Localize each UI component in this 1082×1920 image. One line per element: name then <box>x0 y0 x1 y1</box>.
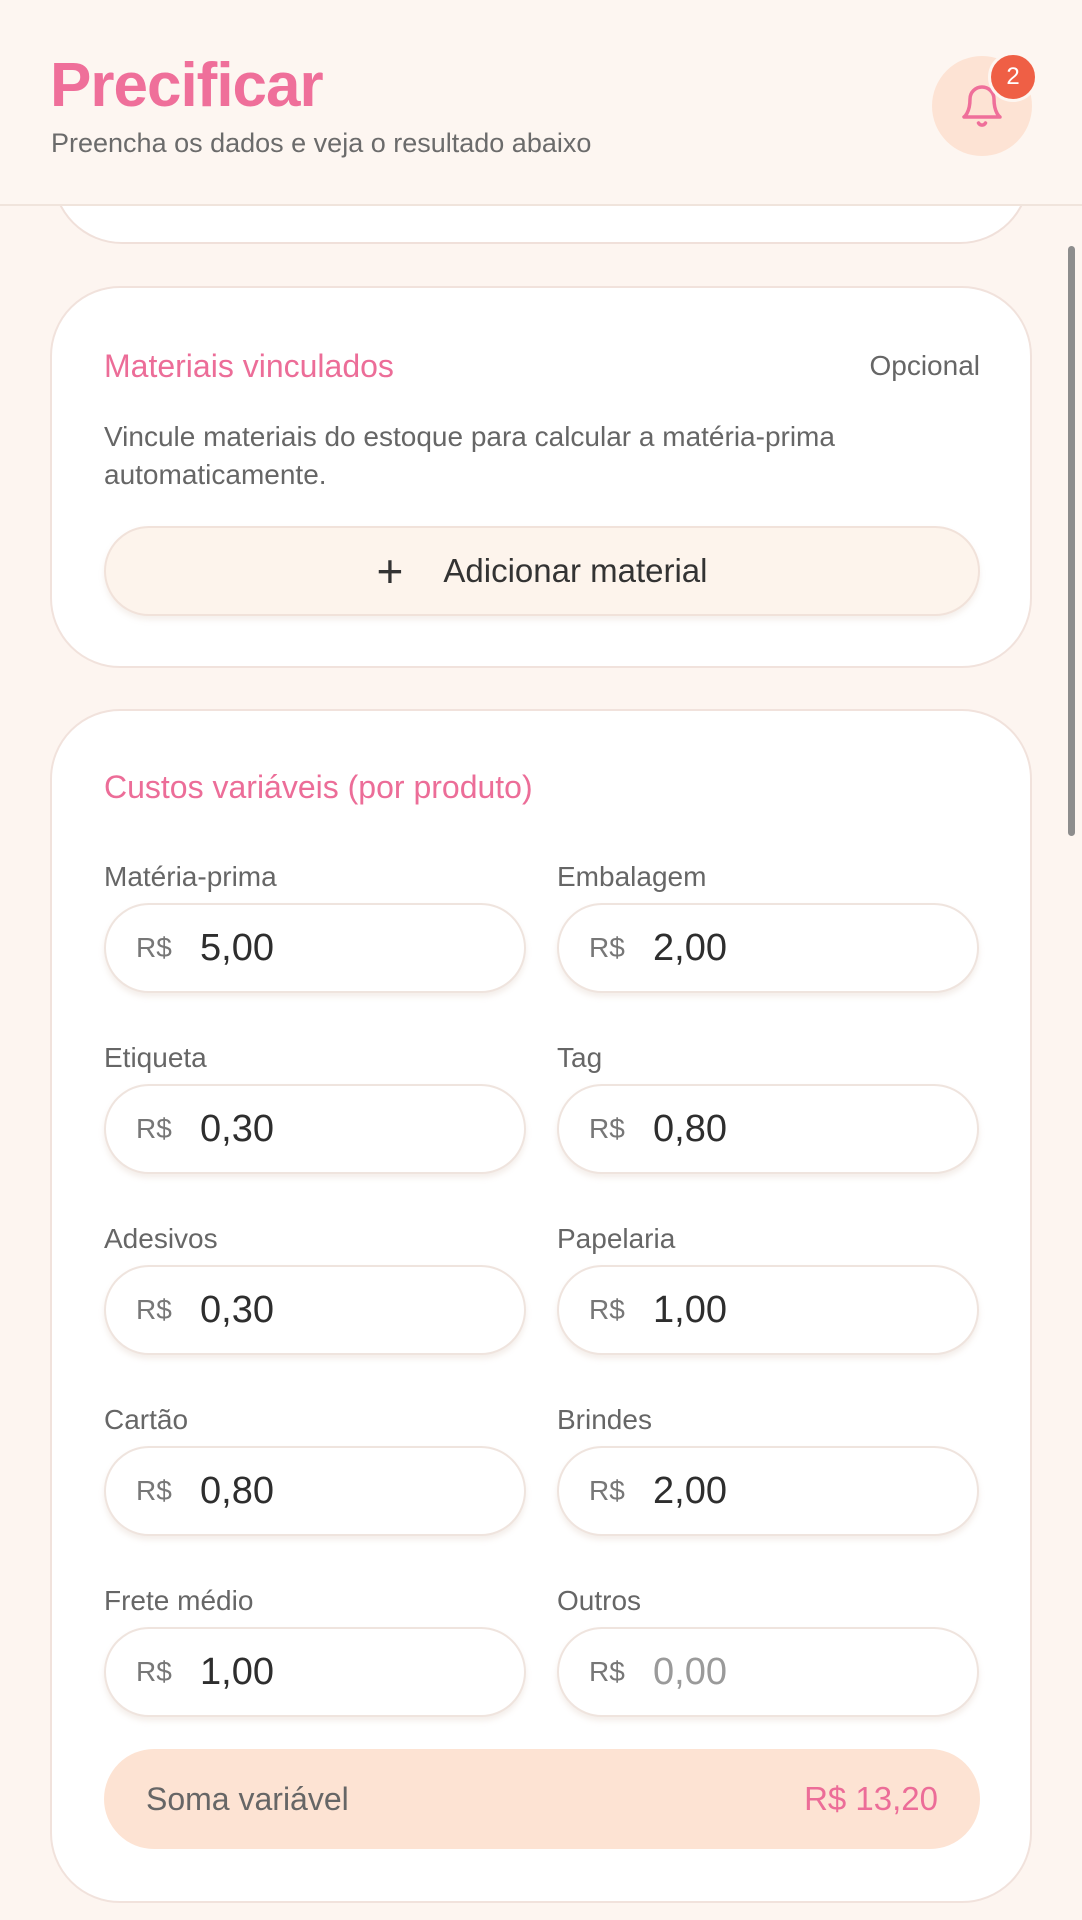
materials-description: Vincule materiais do estoque para calcul… <box>104 421 835 490</box>
others-input[interactable]: R$ 0,00 <box>557 1627 979 1717</box>
tag-input[interactable]: R$ 0,80 <box>557 1084 979 1174</box>
shipping-input[interactable]: R$ 1,00 <box>104 1627 526 1717</box>
currency-prefix: R$ <box>136 1475 172 1506</box>
field-value: 1,00 <box>200 1650 274 1693</box>
currency-prefix: R$ <box>589 932 625 963</box>
field-value: 0,80 <box>200 1469 274 1512</box>
card-input[interactable]: R$ 0,80 <box>104 1446 526 1536</box>
materials-card: Materiais vinculados Opcional Vincule ma… <box>50 286 1032 668</box>
field-label: Tag <box>557 1042 603 1073</box>
field-label: Frete médio <box>104 1585 254 1616</box>
raw-material-input[interactable]: R$ 5,00 <box>104 903 526 993</box>
label-cost-input[interactable]: R$ 0,30 <box>104 1084 526 1174</box>
variable-costs-card: Custos variáveis (por produto) Matéria-p… <box>50 709 1032 1903</box>
currency-prefix: R$ <box>589 1656 625 1687</box>
plus-icon: + <box>376 545 404 597</box>
sum-value: R$ 13,20 <box>804 1780 938 1817</box>
add-material-label: Adicionar material <box>443 552 708 589</box>
page-title: Precificar <box>50 51 324 120</box>
currency-prefix: R$ <box>589 1475 625 1506</box>
page: Precificar Preencha os dados e veja o re… <box>0 0 1082 1920</box>
field-label: Brindes <box>557 1404 652 1435</box>
currency-prefix: R$ <box>136 1294 172 1325</box>
field-value: 0,80 <box>653 1107 727 1150</box>
field-label: Embalagem <box>557 861 707 892</box>
field-value: 0,30 <box>200 1288 274 1331</box>
page-subtitle: Preencha os dados e veja o resultado aba… <box>51 128 592 158</box>
field-value: 2,00 <box>653 1469 727 1512</box>
field-label: Matéria-prima <box>104 861 277 892</box>
materials-title: Materiais vinculados <box>104 348 394 384</box>
field-label: Papelaria <box>557 1223 676 1254</box>
field-label: Cartão <box>104 1404 189 1435</box>
stationery-input[interactable]: R$ 1,00 <box>557 1265 979 1355</box>
currency-prefix: R$ <box>589 1294 625 1325</box>
optional-label: Opcional <box>869 350 980 381</box>
variable-sum: Soma variável R$ 13,20 <box>104 1749 980 1849</box>
currency-prefix: R$ <box>136 1113 172 1144</box>
add-material-button[interactable]: + Adicionar material <box>104 526 980 616</box>
field-label: Adesivos <box>104 1223 218 1254</box>
currency-prefix: R$ <box>136 1656 172 1687</box>
sum-label: Soma variável <box>146 1780 349 1817</box>
currency-prefix: R$ <box>136 932 172 963</box>
field-value: 1,00 <box>653 1288 727 1331</box>
field-label: Outros <box>557 1585 642 1616</box>
field-value: 2,00 <box>653 926 727 969</box>
gifts-input[interactable]: R$ 2,00 <box>557 1446 979 1536</box>
field-placeholder: 0,00 <box>653 1650 727 1693</box>
packaging-input[interactable]: R$ 2,00 <box>557 903 979 993</box>
header: Precificar Preencha os dados e veja o re… <box>0 0 1082 206</box>
field-label: Etiqueta <box>104 1042 207 1073</box>
notification-badge: 2 <box>988 52 1038 102</box>
currency-prefix: R$ <box>589 1113 625 1144</box>
costs-title: Custos variáveis (por produto) <box>104 769 533 805</box>
scrollbar[interactable] <box>1068 246 1075 836</box>
field-value: 5,00 <box>200 926 274 969</box>
field-value: 0,30 <box>200 1107 274 1150</box>
stickers-input[interactable]: R$ 0,30 <box>104 1265 526 1355</box>
